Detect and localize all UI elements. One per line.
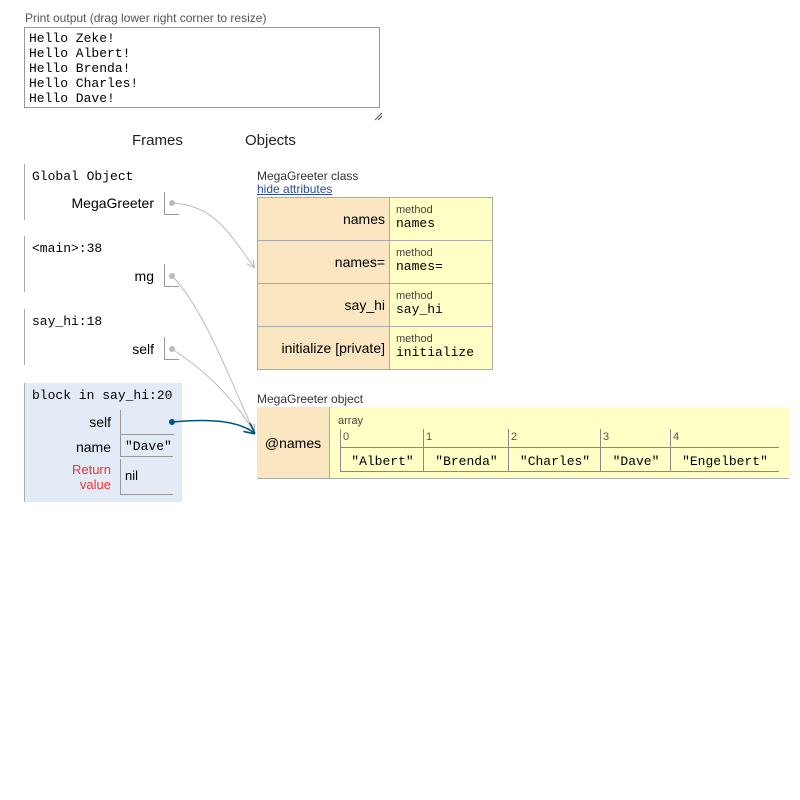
pointer-arrow-megagreeter — [171, 202, 254, 267]
pointer-arrow-mg — [171, 275, 254, 432]
pointer-arrows — [169, 200, 800, 800]
pointer-arrow-self — [171, 348, 254, 432]
pointer-arrow-block-self — [171, 419, 254, 433]
